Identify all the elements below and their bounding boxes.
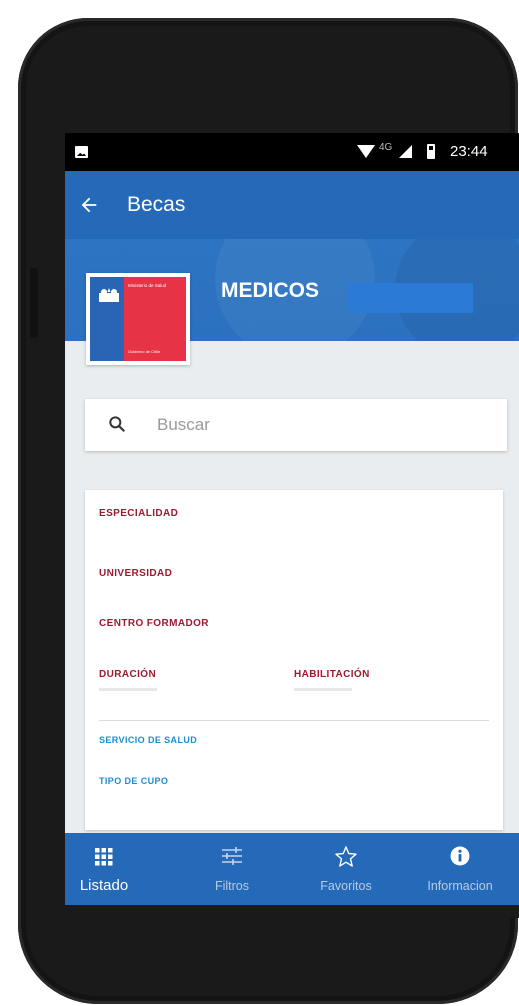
back-button[interactable] xyxy=(71,187,107,223)
centro-formador-label: CENTRO FORMADOR xyxy=(99,618,209,629)
phone-frame: 4G 23:44 Becas MEDICOS Ministerio de Sal… xyxy=(18,18,519,1004)
arrow-back-icon xyxy=(81,197,97,213)
tipo-cupo-label: TIPO DE CUPO xyxy=(99,776,169,786)
app-title: Becas xyxy=(127,193,186,216)
grid-icon xyxy=(95,848,113,866)
duracion-label: DURACIÓN xyxy=(99,669,157,680)
sliders-icon xyxy=(222,847,242,865)
nav-item-informacion[interactable]: Informacion xyxy=(403,833,517,905)
nav-label-informacion: Informacion xyxy=(427,879,493,893)
ministerio-salud-logo: Ministerio de Salud Gobierno de Chile xyxy=(86,273,190,365)
search-icon xyxy=(109,416,125,432)
duracion-value-placeholder xyxy=(99,688,157,691)
universidad-label: UNIVERSIDAD xyxy=(99,568,173,579)
app-screen: 4G 23:44 Becas MEDICOS Ministerio de Sal… xyxy=(65,133,519,918)
logo-blue-panel xyxy=(90,277,124,361)
habilitacion-label: HABILITACIÓN xyxy=(294,669,370,680)
info-icon xyxy=(450,846,470,866)
bottom-navigation: Listado Filtros Favoritos Informacion xyxy=(65,833,519,905)
logo-ministry-text: Ministerio de Salud xyxy=(128,283,167,288)
nav-item-listado[interactable]: Listado xyxy=(65,833,161,905)
search-input[interactable] xyxy=(157,411,487,439)
network-type: 4G xyxy=(379,142,393,153)
chile-crest-icon xyxy=(99,288,119,302)
nav-label-favoritos: Favoritos xyxy=(320,879,372,893)
especialidad-label: ESPECIALIDAD xyxy=(99,508,179,519)
search-bar[interactable] xyxy=(85,399,507,451)
servicio-salud-label: SERVICIO DE SALUD xyxy=(99,735,198,745)
banner-title: MEDICOS xyxy=(221,279,320,302)
habilitacion-value-placeholder xyxy=(294,688,352,691)
nav-label-listado: Listado xyxy=(79,877,129,894)
logo-government-text: Gobierno de Chile xyxy=(128,349,161,354)
nav-label-filtros: Filtros xyxy=(214,879,250,893)
nav-item-favoritos[interactable]: Favoritos xyxy=(289,833,403,905)
signal-icon xyxy=(399,145,412,158)
star-icon xyxy=(335,846,357,867)
app-bar: Becas xyxy=(65,171,519,239)
status-bar: 4G 23:44 xyxy=(65,133,519,171)
battery-icon xyxy=(427,144,435,159)
nav-item-filtros[interactable]: Filtros xyxy=(175,833,289,905)
phone-side-button xyxy=(30,268,38,338)
details-divider xyxy=(99,720,489,721)
status-time: 23:44 xyxy=(450,143,488,160)
beca-details-card[interactable]: ESPECIALIDAD UNIVERSIDAD CENTRO FORMADOR… xyxy=(85,490,503,830)
title-highlight xyxy=(347,283,473,313)
wifi-icon xyxy=(357,145,375,158)
system-nav-area xyxy=(65,905,519,918)
image-notification-icon xyxy=(75,146,88,158)
